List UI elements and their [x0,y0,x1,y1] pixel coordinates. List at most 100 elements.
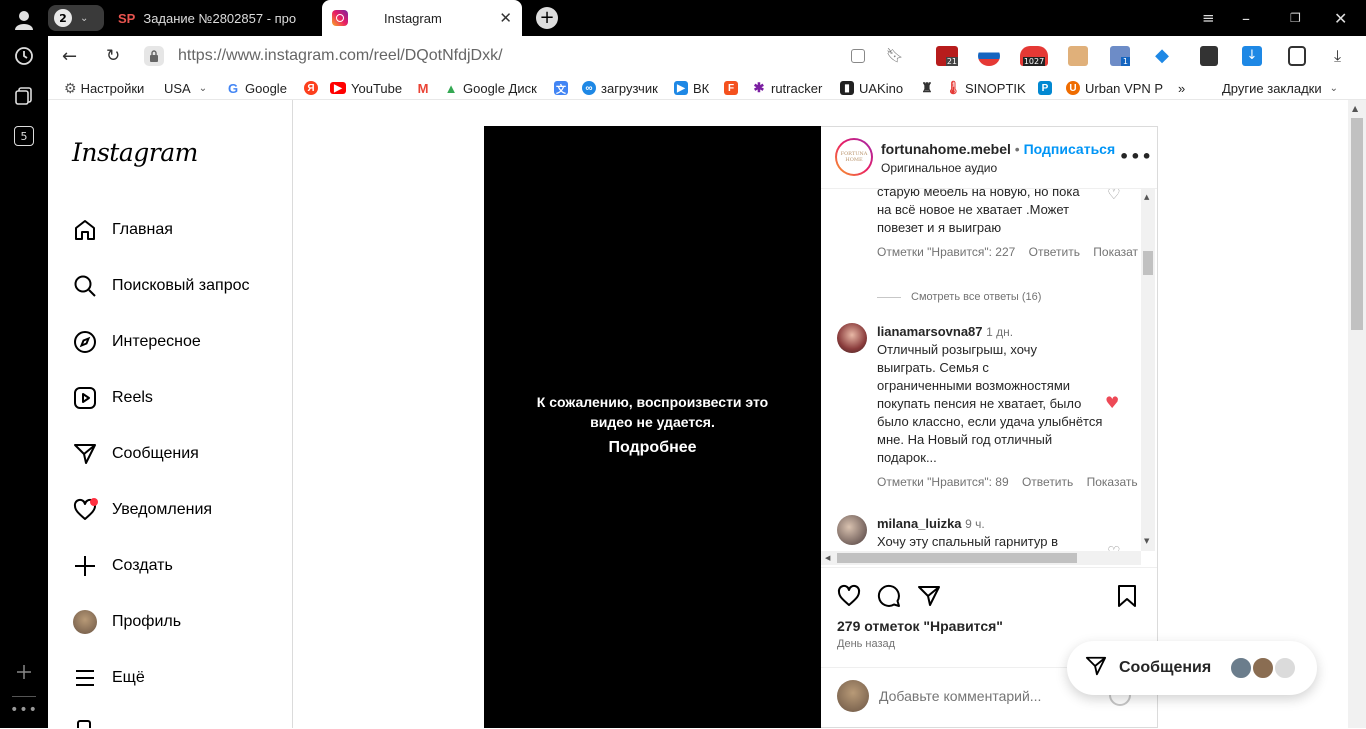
nav-messages[interactable]: Сообщения [72,438,199,470]
new-tab-button[interactable]: + [536,0,558,36]
close-window-icon[interactable]: ✕ [1334,0,1347,36]
author-avatar[interactable]: FORTUNA HOME [835,138,873,176]
bookmark-rutracker[interactable]: ✱ rutracker [752,79,823,97]
comment-icon[interactable] [877,584,901,612]
show-translation[interactable]: Показат [1093,245,1138,259]
other-bookmarks[interactable]: Другие закладки ⌄ [1222,79,1338,97]
tab-task[interactable]: SP Задание №2802857 - про [118,0,322,36]
google-icon: G [227,80,239,96]
bookmark-settings[interactable]: ⚙ Настройки [64,79,144,97]
comment-username[interactable]: lianamarsovna87 [877,324,983,339]
extension-icon[interactable]: 1027 [1020,46,1048,66]
like-comment-icon[interactable]: ♡ [1107,189,1120,203]
share-icon[interactable] [917,584,941,612]
extension-icon[interactable] [1200,46,1218,66]
bookmark-uakino[interactable]: ▮ UAKino [840,79,903,97]
messages-popup[interactable]: Сообщения [1067,641,1317,695]
original-audio[interactable]: Оригинальное аудио [881,161,997,175]
back-icon[interactable]: ← [62,46,77,67]
bookmark-icon[interactable]: 🔖︎ [886,48,904,64]
bookmark-youtube[interactable]: ▶ YouTube [330,79,402,97]
scroll-thumb[interactable] [1351,118,1363,330]
nav-create[interactable]: Создать [72,550,173,582]
bookmark-gmail[interactable]: M [416,79,435,97]
scroll-thumb[interactable] [1143,251,1153,275]
nav-explore[interactable]: Интересное [72,326,201,358]
nav-home[interactable]: Главная [72,214,173,246]
bookmark-sinoptik[interactable]: 🌡︎ SINOPTIK [945,79,1026,97]
bookmark-drive[interactable]: ▲ Google Диск [444,79,537,97]
add-comment-input[interactable] [879,684,1099,708]
likes-count[interactable]: 279 отметок "Нравится" [837,618,1003,634]
history-icon[interactable] [12,44,36,68]
collections-icon[interactable] [12,84,36,108]
learn-more-link[interactable]: Подробнее [484,439,821,457]
more-bookmarks-button[interactable]: » [1178,79,1185,97]
extension-icon[interactable] [1068,46,1088,66]
scroll-down-icon[interactable]: ▼ [1144,537,1149,545]
nav-search[interactable]: Поисковый запрос [72,270,250,302]
bookmark-loader[interactable]: ∞ загрузчик [582,79,658,97]
comments-hscrollbar[interactable]: ◀ [821,551,1141,565]
scroll-up-icon[interactable]: ▲ [1144,193,1149,201]
more-icon[interactable]: ••• [10,698,37,722]
lock-icon[interactable] [144,46,164,66]
bookmark-p[interactable]: P [1038,79,1057,97]
scroll-up-icon[interactable]: ▲ [1352,104,1358,113]
commenter-avatar[interactable] [837,515,867,545]
minimize-icon[interactable]: – [1242,0,1250,36]
nav-reels[interactable]: Reels [72,382,153,414]
author-username[interactable]: fortunahome.mebel [881,141,1011,157]
vpn-flag-icon[interactable] [978,46,1000,66]
extension-icon[interactable]: 21 [936,46,958,66]
downloads-icon[interactable]: ⤓ [1334,46,1341,66]
bookmark-yandex[interactable]: Я [304,79,323,97]
bookmark-f[interactable]: F [724,79,743,97]
bookmark-vk[interactable]: ▶ ВК [674,79,709,97]
reply-button[interactable]: Ответить [1022,475,1073,489]
bookmark-translate[interactable]: 文 [554,79,573,97]
bookmark-torch[interactable]: ♜ [920,79,939,97]
more-options-icon[interactable]: ••• [1119,147,1153,166]
comment-username[interactable]: milana_luizka [877,516,962,531]
menu-icon[interactable]: ≡ [1202,0,1215,36]
show-translation[interactable]: Показать [1087,475,1138,489]
nav-more[interactable]: Ещё [72,662,145,694]
nav-notifications[interactable]: Уведомления [72,494,212,526]
extension-icon[interactable] [1288,46,1306,66]
close-tab-icon[interactable]: ✕ [499,9,512,27]
diamond-extension-icon[interactable]: ◆ [1152,46,1172,66]
profile-icon[interactable] [12,8,36,32]
view-replies[interactable]: Смотреть все ответы (16) [877,291,1041,303]
nav-profile[interactable]: Профиль [72,606,181,638]
url-field[interactable]: https://www.instagram.com/reel/DQotNfdjD… [178,47,503,65]
reply-button[interactable]: Ответить [1029,245,1080,259]
page-scrollbar[interactable]: ▲ [1348,100,1366,728]
instagram-logo[interactable]: Instagram [72,138,198,167]
copy-icon[interactable] [851,49,865,63]
scroll-left-icon[interactable]: ◀ [825,554,830,562]
extension-icon[interactable]: 1 [1110,46,1130,66]
bookmark-usa[interactable]: USA ⌄ [164,79,207,97]
comment-likes[interactable]: Отметки "Нравится": 227 [877,245,1015,259]
threads-icon[interactable] [77,720,91,728]
hscroll-thumb[interactable] [837,553,1077,563]
tab-counter-icon[interactable]: 5 [12,124,36,148]
comment-likes[interactable]: Отметки "Нравится": 89 [877,475,1009,489]
bookmark-label: SINOPTIK [965,80,1026,96]
follow-button[interactable]: Подписаться [1024,141,1116,157]
tab-group-button[interactable]: 2 ⌄ [48,0,104,36]
reload-icon[interactable]: ↻ [106,46,120,66]
reel-video[interactable]: К сожалению, воспроизвести это видео не … [484,126,821,728]
save-icon[interactable] [1117,584,1137,612]
commenter-avatar[interactable] [837,323,867,353]
tab-instagram[interactable]: Instagram ✕ [322,0,522,36]
restore-icon[interactable]: ❐ [1290,0,1301,36]
download-extension-icon[interactable]: ↓ [1242,46,1262,66]
bookmark-google[interactable]: G Google [226,79,287,97]
like-icon[interactable] [837,584,861,612]
bookmark-urban-vpn[interactable]: U Urban VPN P [1066,79,1170,97]
liked-heart-icon[interactable]: ♥ [1105,393,1119,412]
comments-scrollbar[interactable]: ▲ ▼ [1141,189,1155,551]
add-panel-icon[interactable] [12,660,36,684]
